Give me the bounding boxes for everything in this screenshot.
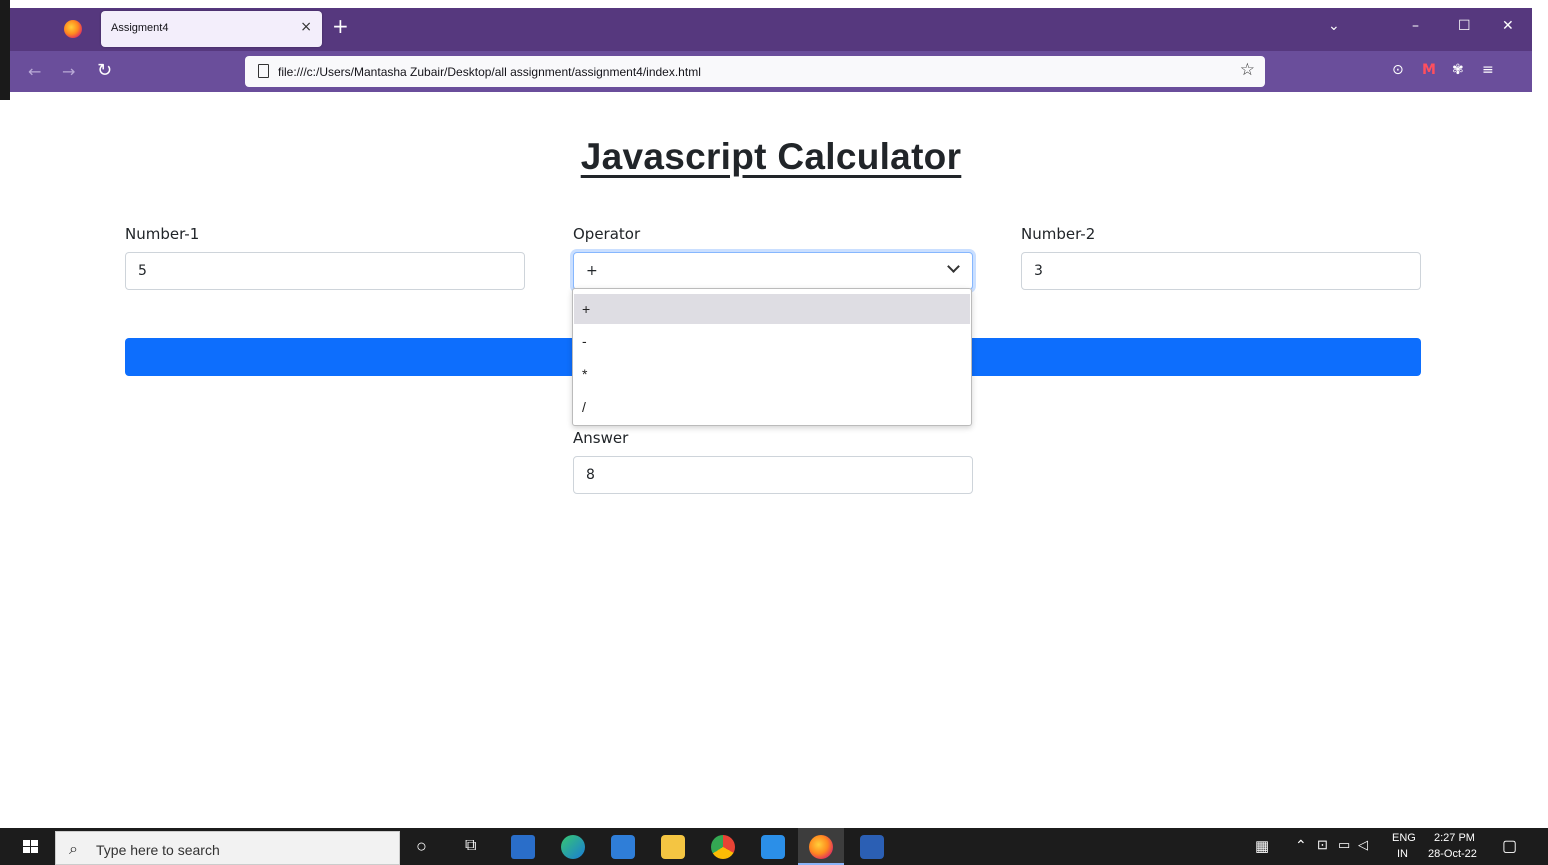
number2-input[interactable]: 3 <box>1021 252 1421 290</box>
keyboard-icon[interactable]: ▦ <box>1255 837 1269 855</box>
windows-taskbar: ⌕ Type here to search ○ ⧉ ▦ ⌃ ⊡ ▭ ◁ ENG … <box>0 828 1548 865</box>
battery-icon[interactable]: ▭ <box>1338 837 1350 853</box>
close-window-button[interactable]: ✕ <box>1502 18 1514 34</box>
page-content: Javascript Calculator Number-1 5 Operato… <box>10 92 1532 828</box>
number2-label: Number-2 <box>1021 225 1096 243</box>
answer-field: 8 <box>573 456 973 494</box>
tab-title: Assigment4 <box>111 22 169 34</box>
clock-time[interactable]: 2:27 PM <box>1434 832 1475 844</box>
number2-value: 3 <box>1034 263 1043 279</box>
edge-icon[interactable] <box>561 835 585 859</box>
operator-value: + <box>586 263 598 279</box>
extension-icon[interactable]: ✾ <box>1452 62 1464 78</box>
list-tabs-icon[interactable]: ⌄ <box>1328 18 1340 34</box>
reload-icon[interactable]: ↻ <box>97 60 112 81</box>
number1-value: 5 <box>138 263 147 279</box>
clock-date[interactable]: 28-Oct-22 <box>1428 848 1477 860</box>
operator-option-divide[interactable]: / <box>574 392 970 422</box>
new-tab-button[interactable]: + <box>332 16 349 36</box>
screen: Assigment4 × + ⌄ – ☐ ✕ ← → ↻ file:///c:/… <box>0 0 1548 865</box>
taskbar-search-box[interactable]: ⌕ Type here to search <box>55 831 400 865</box>
task-view-icon[interactable]: ⧉ <box>465 837 476 855</box>
operator-option-minus[interactable]: - <box>574 326 970 356</box>
word-icon[interactable] <box>860 835 884 859</box>
bookmark-star-icon[interactable]: ☆ <box>1240 60 1255 80</box>
region-indicator: IN <box>1397 848 1408 860</box>
minimize-button[interactable]: – <box>1412 18 1419 34</box>
number1-label: Number-1 <box>125 225 200 243</box>
answer-label: Answer <box>573 429 629 447</box>
page-title: Javascript Calculator <box>580 136 962 177</box>
gmail-icon[interactable]: M <box>1422 62 1436 78</box>
browser-navbar: ← → ↻ file:///c:/Users/Mantasha Zubair/D… <box>10 51 1532 92</box>
language-indicator[interactable]: ENG <box>1392 832 1416 844</box>
menu-icon[interactable]: ≡ <box>1482 62 1494 78</box>
mail-icon[interactable] <box>611 835 635 859</box>
url-bar[interactable]: file:///c:/Users/Mantasha Zubair/Desktop… <box>245 56 1265 87</box>
firefox-icon[interactable] <box>64 20 82 38</box>
browser-tabbar: Assigment4 × + ⌄ – ☐ ✕ <box>10 8 1532 51</box>
chrome-icon[interactable] <box>711 835 735 859</box>
maximize-button[interactable]: ☐ <box>1458 18 1471 34</box>
tray-chevron-up-icon[interactable]: ⌃ <box>1295 837 1307 854</box>
notification-icon[interactable]: ▢ <box>1502 836 1517 856</box>
url-text: file:///c:/Users/Mantasha Zubair/Desktop… <box>278 65 701 79</box>
tab-assigment4[interactable]: Assigment4 × <box>101 11 322 47</box>
operator-option-multiply[interactable]: * <box>574 359 970 389</box>
left-edge <box>0 0 10 100</box>
pocket-icon[interactable]: ⊙ <box>1392 62 1404 78</box>
search-icon: ⌕ <box>69 839 78 858</box>
operator-dropdown-list: + - * / <box>572 288 972 426</box>
firefox-taskbar-icon <box>809 835 833 859</box>
answer-value: 8 <box>586 467 595 483</box>
app-icon[interactable] <box>511 835 535 859</box>
windows-start-icon[interactable] <box>23 840 39 854</box>
window-top-edge <box>0 0 1548 8</box>
page-icon <box>258 64 269 78</box>
operator-option-plus[interactable]: + <box>574 294 970 324</box>
chevron-down-icon <box>947 260 960 273</box>
volume-icon[interactable]: ◁ <box>1358 837 1368 853</box>
operator-label: Operator <box>573 225 641 243</box>
file-explorer-icon[interactable] <box>661 835 685 859</box>
operator-select[interactable]: + <box>573 252 973 290</box>
close-tab-icon[interactable]: × <box>300 19 312 35</box>
number1-input[interactable]: 5 <box>125 252 525 290</box>
cortana-icon[interactable]: ○ <box>416 836 427 857</box>
back-arrow-icon[interactable]: ← <box>28 62 41 81</box>
firefox-taskbar-button[interactable] <box>798 828 844 865</box>
vscode-icon[interactable] <box>761 835 785 859</box>
search-placeholder: Type here to search <box>96 842 220 858</box>
forward-arrow-icon[interactable]: → <box>62 62 75 81</box>
network-icon[interactable]: ⊡ <box>1317 837 1328 853</box>
